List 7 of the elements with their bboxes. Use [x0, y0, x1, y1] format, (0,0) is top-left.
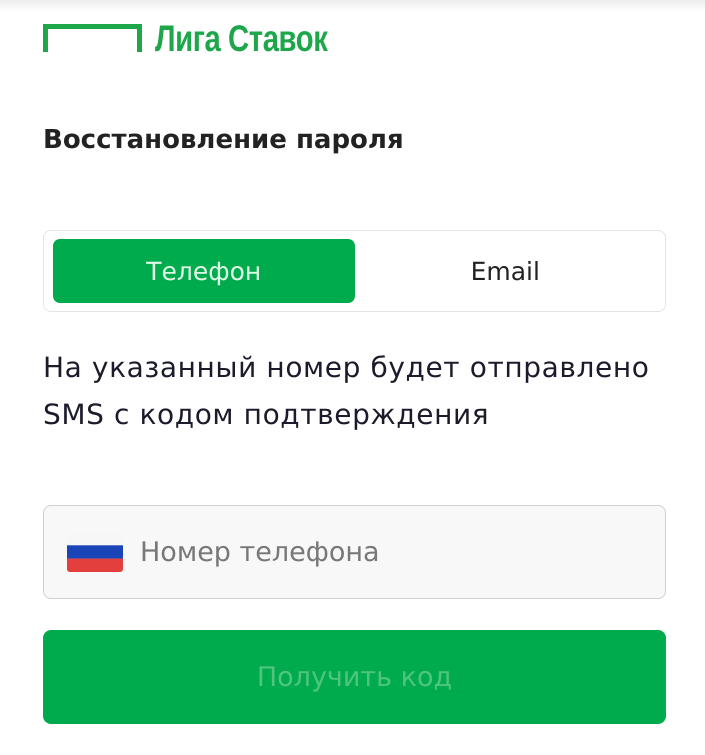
tab[interactable]: Телефон [53, 239, 354, 303]
hint-text: На указанный номер будет отправлено SMS с кодом подтверждения [43, 350, 650, 433]
page-title: Восстановление пароля [43, 124, 405, 157]
phone-input-field[interactable]: Номер телефона [43, 505, 666, 599]
bracket-logo-icon [43, 24, 142, 52]
logo-text: Лига Ставок [155, 24, 328, 52]
tab[interactable]: Email [354, 239, 656, 303]
